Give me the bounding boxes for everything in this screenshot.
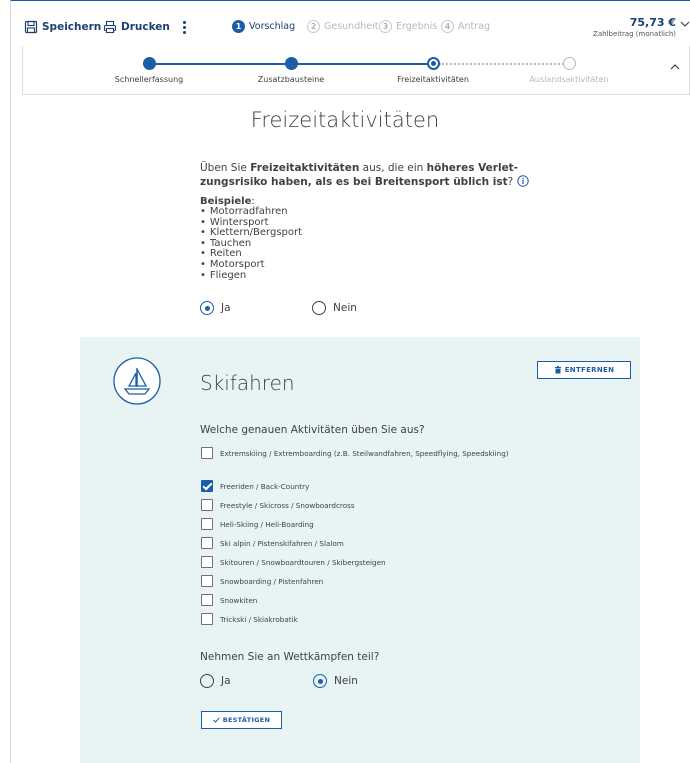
sailboat-icon — [113, 357, 161, 405]
checkbox-label: Skitouren / Snowboardtouren / Skibergste… — [220, 558, 386, 567]
checkbox-freestyle[interactable]: Freestyle / Skicross / Snowboardcross — [201, 499, 511, 511]
step-number: 3 — [379, 20, 392, 33]
checkbox-label: Trickski / Skiakrobatik — [220, 615, 298, 624]
radio-label: Nein — [333, 302, 357, 314]
checkbox[interactable] — [201, 447, 213, 459]
question-text: aus, die ein — [359, 162, 427, 174]
checkbox-label: Snowboarding / Pistenfahren — [220, 577, 324, 586]
checkbox-trickski[interactable]: Trickski / Skiakrobatik — [201, 613, 511, 625]
step-number: 2 — [307, 20, 320, 33]
progress-bar: Schnellerfassung Zusatzbausteine Freizei… — [22, 46, 690, 95]
step-label: Ergebnis — [396, 20, 438, 32]
radio-button-selected[interactable] — [200, 301, 214, 315]
list-item: Motorsport — [200, 259, 302, 271]
checkmark-icon — [212, 717, 220, 723]
printer-icon — [103, 20, 117, 34]
checkbox-snowboarding[interactable]: Snowboarding / Pistenfahren — [201, 575, 511, 587]
checkbox[interactable] — [201, 518, 213, 530]
checkbox[interactable] — [201, 499, 213, 511]
save-label: Speichern — [42, 21, 102, 33]
checkbox-checked[interactable] — [201, 480, 213, 492]
radio-button[interactable] — [200, 674, 214, 688]
step-label: Antrag — [458, 20, 491, 32]
checkbox-label: Freestyle / Skicross / Snowboardcross — [220, 501, 355, 510]
checkbox-label: Freeriden / Back-Country — [220, 482, 310, 491]
checkbox-heli-skiing[interactable]: Heli-Skiing / Heli-Boarding — [201, 518, 511, 530]
activities-question: Welche genauen Aktivitäten üben Sie aus? — [200, 424, 425, 436]
step-label: Gesundheit — [324, 20, 379, 32]
checkbox-label: Ski alpin / Pistenskifahren / Slalom — [220, 539, 344, 548]
main-question: Üben Sie Freizeitaktivitäten aus, die ei… — [200, 161, 530, 189]
progress-node — [285, 57, 298, 70]
step-number: 1 — [232, 20, 245, 33]
radio-competition-ja[interactable]: Ja — [200, 674, 231, 688]
radio-label: Nein — [334, 675, 358, 687]
radio-button-selected[interactable] — [313, 674, 327, 688]
info-icon[interactable] — [516, 175, 529, 187]
chevron-down-icon[interactable] — [680, 19, 690, 29]
step-label: Vorschlag — [249, 20, 296, 32]
step-ergebnis: 3 Ergebnis — [379, 20, 437, 33]
chevron-up-icon[interactable] — [669, 62, 681, 72]
list-item: Fliegen — [200, 270, 302, 282]
step-antrag: 4 Antrag — [441, 20, 490, 33]
more-menu-icon[interactable] — [180, 20, 188, 34]
confirm-button[interactable]: BESTÄTIGEN — [201, 711, 282, 729]
radio-nein[interactable]: Nein — [312, 301, 357, 315]
progress-label: Zusatzbausteine — [257, 75, 325, 84]
progress-node — [563, 57, 576, 70]
radio-label: Ja — [221, 675, 231, 687]
radio-competition-nein[interactable]: Nein — [313, 674, 358, 688]
price-summary[interactable]: 75,73 € Zahlbeitrag (monatlich) — [593, 16, 676, 38]
print-button[interactable]: Drucken — [103, 20, 170, 34]
ski-panel: Skifahren ENTFERNEN Welche genauen Aktiv… — [80, 337, 640, 763]
page-title: Freizeitaktivitäten — [250, 108, 440, 132]
progress-node — [427, 57, 440, 70]
progress-label: Freizeitaktivitäten — [397, 75, 469, 84]
step-gesundheit: 2 Gesundheit — [307, 20, 378, 33]
competition-question: Nehmen Sie an Wettkämpfen teil? — [200, 651, 380, 663]
checkbox-label: Heli-Skiing / Heli-Boarding — [220, 520, 314, 529]
price-label: Zahlbeitrag (monatlich) — [593, 30, 676, 38]
progress-node — [143, 57, 156, 70]
confirm-label: BESTÄTIGEN — [222, 716, 271, 724]
question-text: ? — [507, 176, 514, 188]
trash-icon — [554, 366, 561, 374]
progress-line-pending — [439, 63, 567, 65]
top-bar: Speichern Drucken 1 Vorschlag 2 Gesundhe… — [10, 1, 690, 45]
checkbox-label: Snowkiten — [220, 596, 258, 605]
price-value: 75,73 € — [629, 16, 676, 29]
save-icon — [24, 20, 38, 34]
checkbox-snowkiten[interactable]: Snowkiten — [201, 594, 511, 606]
checkbox[interactable] — [201, 613, 213, 625]
checkbox-skitouren[interactable]: Skitouren / Snowboardtouren / Skibergste… — [201, 556, 511, 568]
checkbox-label: Extremskiing / Extremboarding (z.B. Stei… — [220, 449, 509, 458]
save-button[interactable]: Speichern — [24, 20, 101, 34]
checkbox-freeriden[interactable]: Freeriden / Back-Country — [201, 480, 511, 492]
checkbox[interactable] — [201, 537, 213, 549]
radio-label: Ja — [221, 302, 231, 314]
radio-button[interactable] — [312, 301, 326, 315]
step-number: 4 — [441, 20, 454, 33]
progress-label: Auslandsaktivitäten — [529, 75, 609, 84]
checkbox-ski-alpin[interactable]: Ski alpin / Pistenskifahren / Slalom — [201, 537, 511, 549]
remove-label: ENTFERNEN — [564, 366, 615, 374]
checkbox[interactable] — [201, 575, 213, 587]
remove-button[interactable]: ENTFERNEN — [537, 361, 631, 379]
checkbox[interactable] — [201, 594, 213, 606]
step-vorschlag[interactable]: 1 Vorschlag — [232, 20, 295, 33]
list-item: Motorradfahren — [200, 206, 302, 218]
examples-list: Motorradfahren Wintersport Klettern/Berg… — [200, 206, 302, 282]
radio-ja[interactable]: Ja — [200, 301, 231, 315]
checkbox[interactable] — [201, 556, 213, 568]
checkbox-extremskiing[interactable]: Extremskiing / Extremboarding (z.B. Stei… — [201, 447, 511, 459]
print-label: Drucken — [121, 21, 170, 33]
progress-label: Schnellerfassung — [114, 75, 184, 84]
question-bold: Freizeitaktivitäten — [250, 162, 360, 174]
question-text: Üben Sie — [200, 162, 251, 174]
ski-title: Skifahren — [200, 371, 295, 395]
